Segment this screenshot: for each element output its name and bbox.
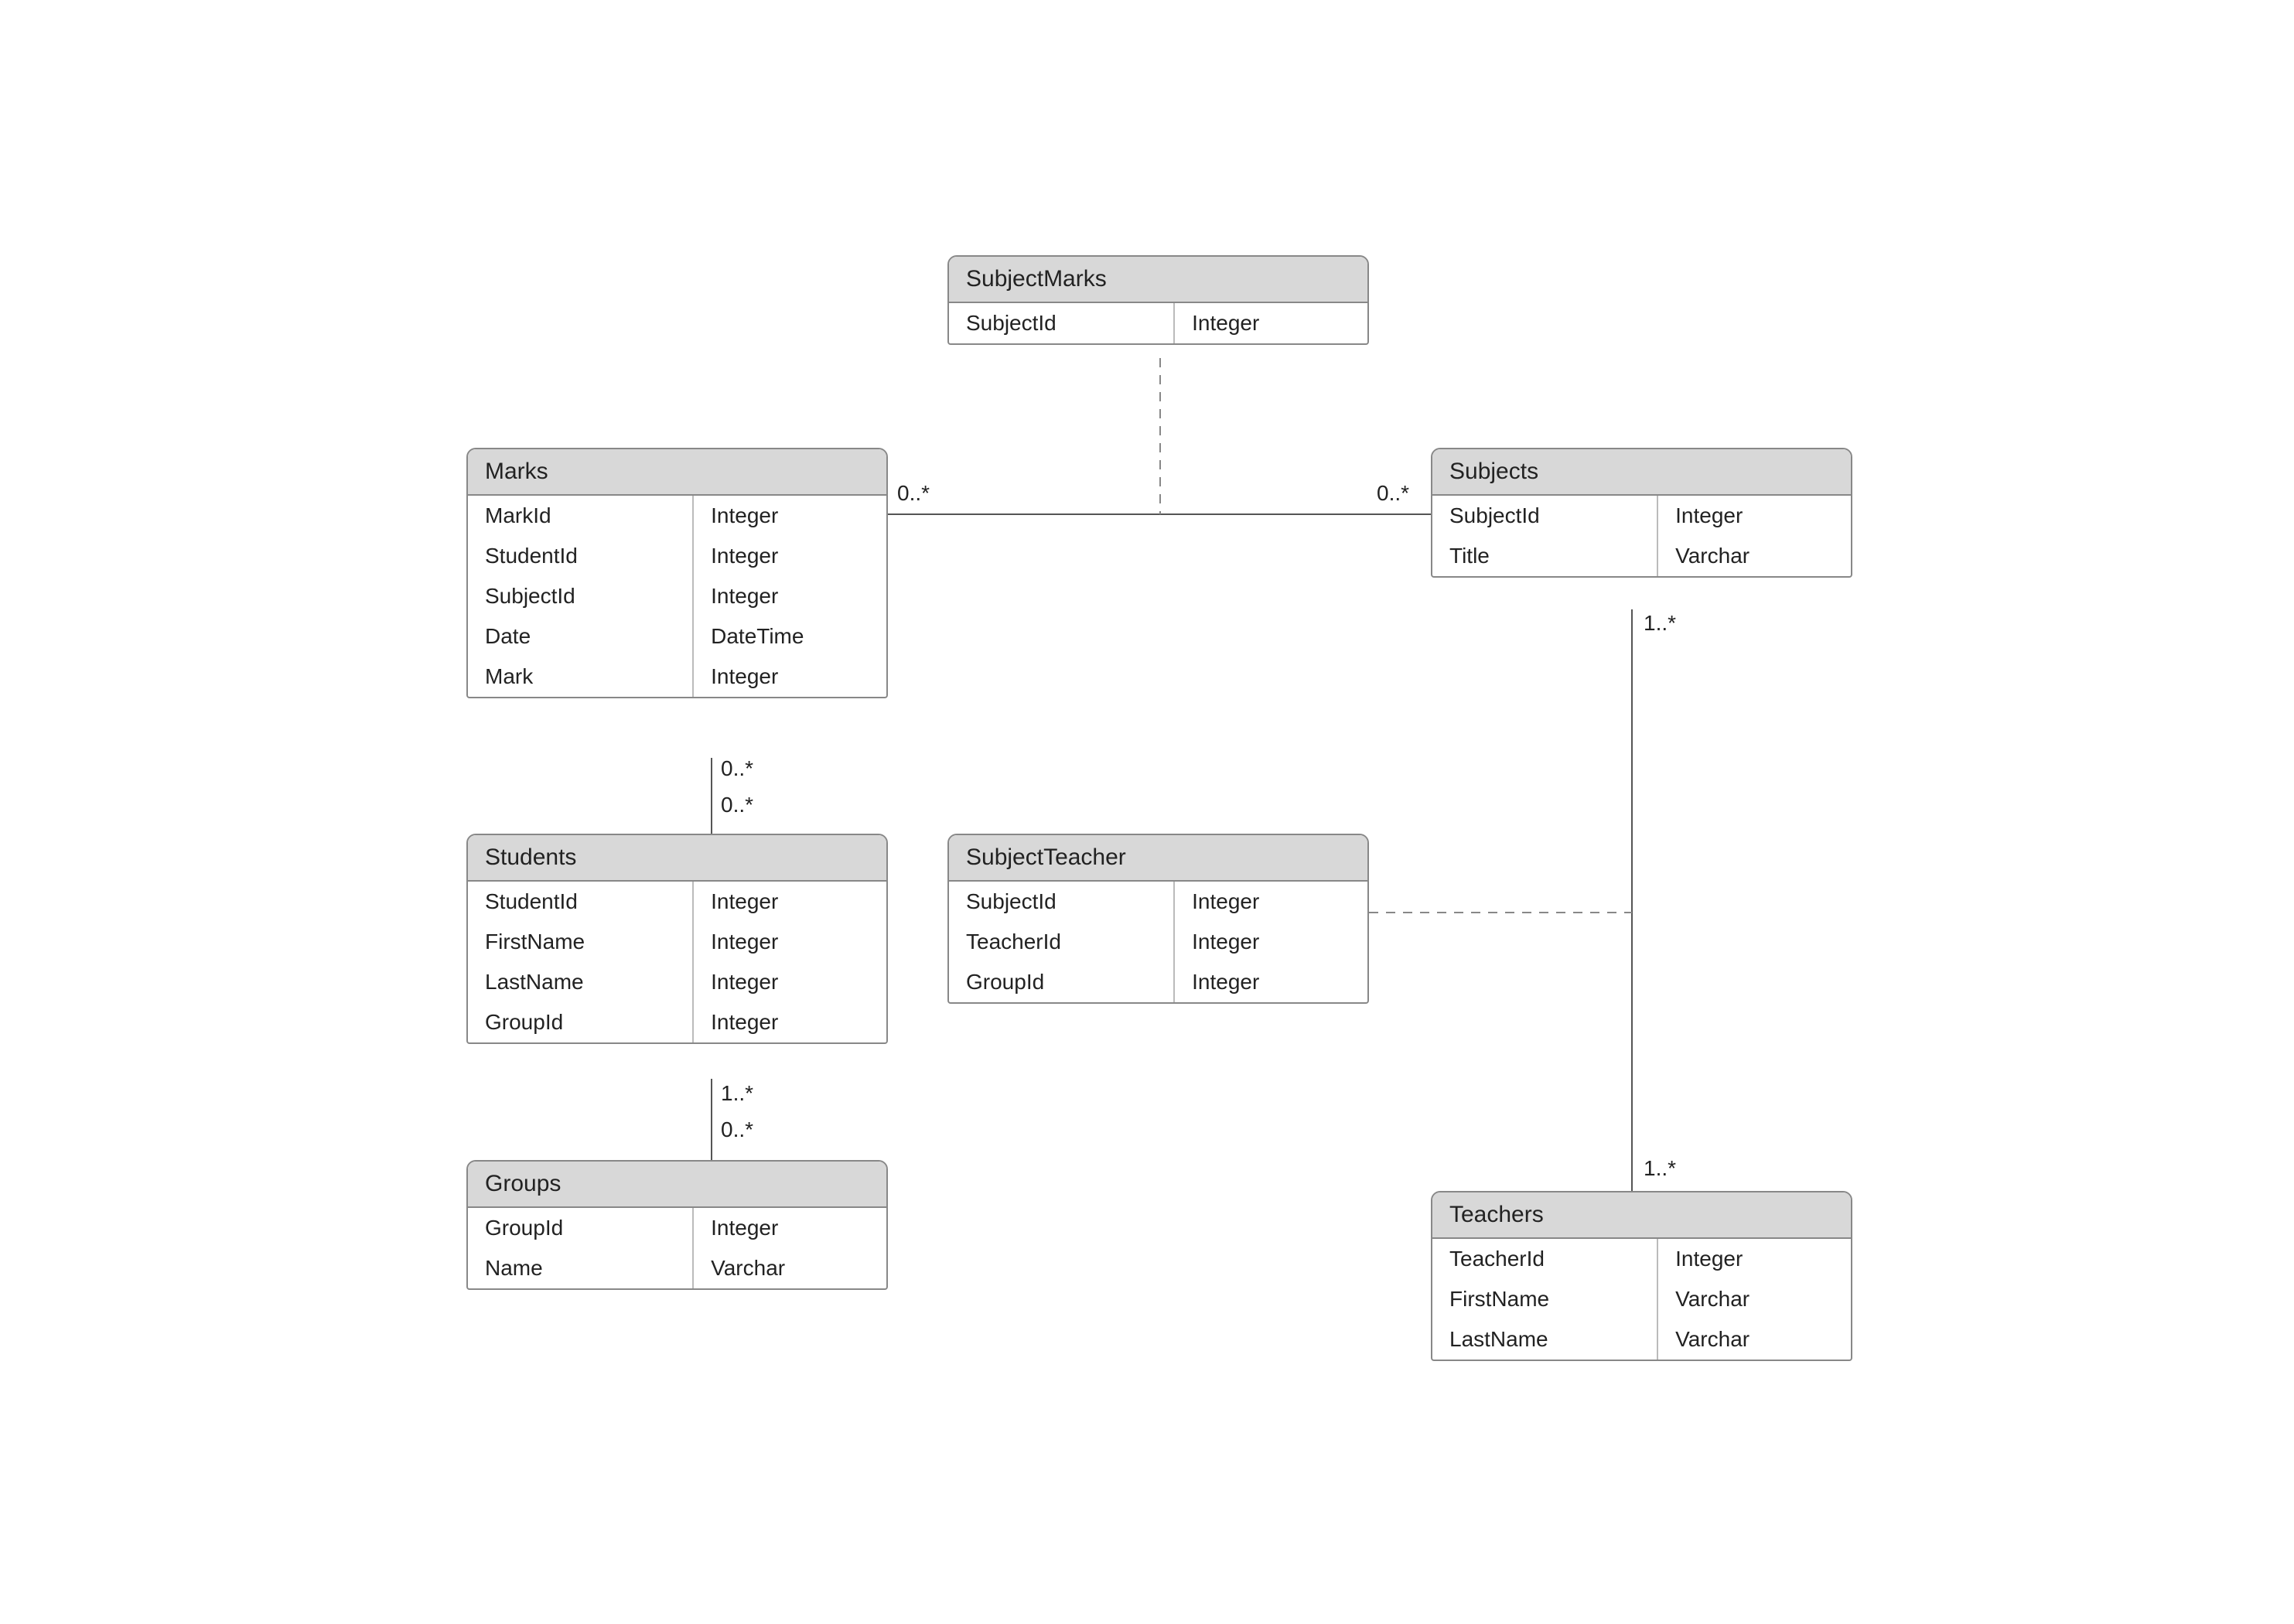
field-type: Integer: [694, 882, 886, 922]
entity-title: Students: [468, 835, 886, 882]
field-type: Integer: [1658, 496, 1851, 536]
field-type: Integer: [1175, 882, 1367, 922]
field-name: GroupId: [468, 1002, 694, 1042]
entity-row: SubjectId Integer: [468, 576, 886, 616]
multiplicity-label: 1..*: [721, 1081, 753, 1106]
field-name: SubjectId: [949, 882, 1175, 922]
field-type: Integer: [694, 576, 886, 616]
field-type: Integer: [694, 657, 886, 697]
field-name: LastName: [1432, 1319, 1658, 1360]
field-type: Integer: [1175, 922, 1367, 962]
field-type: Integer: [694, 1208, 886, 1248]
field-name: SubjectId: [1432, 496, 1658, 536]
multiplicity-label: 0..*: [897, 481, 930, 506]
entity-row: MarkId Integer: [468, 496, 886, 536]
entity-title: Marks: [468, 449, 886, 496]
field-type: Integer: [694, 1002, 886, 1042]
field-name: StudentId: [468, 536, 694, 576]
field-type: Integer: [694, 962, 886, 1002]
field-type: DateTime: [694, 616, 886, 657]
entity-teachers[interactable]: Teachers TeacherId Integer FirstName Var…: [1431, 1191, 1852, 1361]
field-name: SubjectId: [468, 576, 694, 616]
field-name: SubjectId: [949, 303, 1175, 343]
entity-title: Teachers: [1432, 1192, 1851, 1239]
field-name: GroupId: [468, 1208, 694, 1248]
entity-row: FirstName Varchar: [1432, 1279, 1851, 1319]
field-name: MarkId: [468, 496, 694, 536]
multiplicity-label: 1..*: [1644, 611, 1676, 636]
entity-row: Title Varchar: [1432, 536, 1851, 576]
entity-row: GroupId Integer: [468, 1002, 886, 1042]
entity-row: TeacherId Integer: [1432, 1239, 1851, 1279]
entity-row: FirstName Integer: [468, 922, 886, 962]
entity-row: TeacherId Integer: [949, 922, 1367, 962]
field-name: TeacherId: [1432, 1239, 1658, 1279]
field-type: Varchar: [1658, 1279, 1851, 1319]
field-type: Integer: [694, 536, 886, 576]
field-name: Date: [468, 616, 694, 657]
connector-layer: [0, 0, 2294, 1624]
multiplicity-label: 1..*: [1644, 1156, 1676, 1181]
field-type: Varchar: [694, 1248, 886, 1288]
field-name: GroupId: [949, 962, 1175, 1002]
field-type: Integer: [694, 922, 886, 962]
entity-subjectteacher[interactable]: SubjectTeacher SubjectId Integer Teacher…: [947, 834, 1369, 1004]
entity-row: SubjectId Integer: [949, 303, 1367, 343]
entity-row: LastName Integer: [468, 962, 886, 1002]
field-name: FirstName: [1432, 1279, 1658, 1319]
entity-row: GroupId Integer: [468, 1208, 886, 1248]
entity-row: SubjectId Integer: [1432, 496, 1851, 536]
entity-marks[interactable]: Marks MarkId Integer StudentId Integer S…: [466, 448, 888, 698]
entity-groups[interactable]: Groups GroupId Integer Name Varchar: [466, 1160, 888, 1290]
entity-subjectmarks[interactable]: SubjectMarks SubjectId Integer: [947, 255, 1369, 345]
field-name: FirstName: [468, 922, 694, 962]
entity-row: GroupId Integer: [949, 962, 1367, 1002]
field-type: Varchar: [1658, 1319, 1851, 1360]
entity-title: Groups: [468, 1162, 886, 1208]
field-name: TeacherId: [949, 922, 1175, 962]
entity-title: SubjectMarks: [949, 257, 1367, 303]
entity-row: StudentId Integer: [468, 882, 886, 922]
entity-subjects[interactable]: Subjects SubjectId Integer Title Varchar: [1431, 448, 1852, 578]
field-type: Varchar: [1658, 536, 1851, 576]
field-name: LastName: [468, 962, 694, 1002]
entity-row: StudentId Integer: [468, 536, 886, 576]
field-name: Name: [468, 1248, 694, 1288]
entity-row: Mark Integer: [468, 657, 886, 697]
field-name: StudentId: [468, 882, 694, 922]
entity-students[interactable]: Students StudentId Integer FirstName Int…: [466, 834, 888, 1044]
multiplicity-label: 0..*: [721, 1117, 753, 1142]
multiplicity-label: 0..*: [721, 793, 753, 817]
entity-row: LastName Varchar: [1432, 1319, 1851, 1360]
field-type: Integer: [1658, 1239, 1851, 1279]
field-type: Integer: [694, 496, 886, 536]
multiplicity-label: 0..*: [1377, 481, 1409, 506]
multiplicity-label: 0..*: [721, 756, 753, 781]
field-type: Integer: [1175, 962, 1367, 1002]
entity-title: Subjects: [1432, 449, 1851, 496]
entity-row: Name Varchar: [468, 1248, 886, 1288]
entity-row: Date DateTime: [468, 616, 886, 657]
entity-title: SubjectTeacher: [949, 835, 1367, 882]
field-type: Integer: [1175, 303, 1367, 343]
er-diagram-canvas: SubjectMarks SubjectId Integer Marks Mar…: [0, 0, 2294, 1624]
field-name: Mark: [468, 657, 694, 697]
entity-row: SubjectId Integer: [949, 882, 1367, 922]
field-name: Title: [1432, 536, 1658, 576]
